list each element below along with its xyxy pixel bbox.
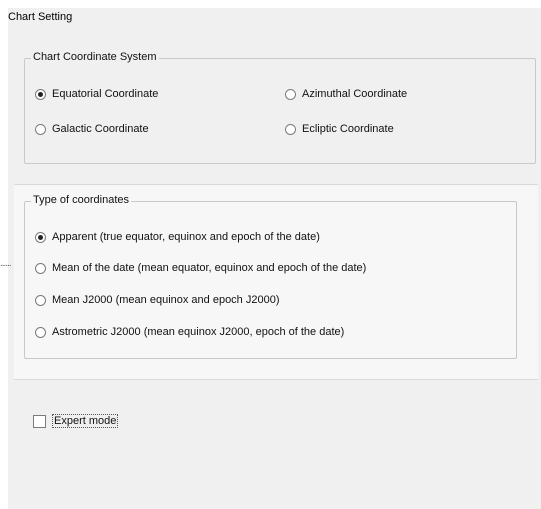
radio-label: Mean J2000 (mean equinox and epoch J2000… xyxy=(52,294,280,306)
radio-equatorial-coordinate[interactable]: Equatorial Coordinate xyxy=(35,88,158,100)
chart-coordinate-system-group: Chart Coordinate System Equatorial Coord… xyxy=(24,51,536,164)
radio-unselected-icon xyxy=(285,88,296,100)
ellipsis-marker: ...... xyxy=(0,258,12,269)
radio-unselected-icon xyxy=(35,262,46,274)
radio-label: Azimuthal Coordinate xyxy=(302,88,408,100)
type-of-coordinates-group: Type of coordinates Apparent (true equat… xyxy=(24,194,517,359)
panel-title: Chart Setting xyxy=(8,11,73,23)
radio-unselected-icon xyxy=(35,294,46,306)
radio-label: Astrometric J2000 (mean equinox J2000, e… xyxy=(52,326,345,338)
radio-apparent[interactable]: Apparent (true equator, equinox and epoc… xyxy=(35,231,320,243)
radio-label: Apparent (true equator, equinox and epoc… xyxy=(52,231,320,243)
radio-astrometric-j2000[interactable]: Astrometric J2000 (mean equinox J2000, e… xyxy=(35,326,344,338)
checkbox-icon xyxy=(33,414,46,428)
radio-selected-icon xyxy=(35,88,46,100)
radio-mean-j2000[interactable]: Mean J2000 (mean equinox and epoch J2000… xyxy=(35,294,280,306)
expert-mode-checkbox[interactable]: Expert mode xyxy=(33,414,119,428)
radio-unselected-icon xyxy=(35,123,46,135)
radio-unselected-icon xyxy=(35,326,46,338)
radio-azimuthal-coordinate[interactable]: Azimuthal Coordinate xyxy=(285,88,407,100)
checkbox-label: Expert mode xyxy=(52,414,119,428)
chart-setting-panel: Chart Setting Chart Coordinate System Eq… xyxy=(8,8,541,509)
radio-label: Equatorial Coordinate xyxy=(52,88,159,100)
radio-galactic-coordinate[interactable]: Galactic Coordinate xyxy=(35,123,149,135)
radio-ecliptic-coordinate[interactable]: Ecliptic Coordinate xyxy=(285,123,394,135)
radio-label: Ecliptic Coordinate xyxy=(302,123,394,135)
radio-selected-icon xyxy=(35,231,46,243)
radio-unselected-icon xyxy=(285,123,296,135)
radio-label: Mean of the date (mean equator, equinox … xyxy=(52,262,367,274)
group-legend: Type of coordinates xyxy=(31,194,132,206)
radio-mean-of-the-date[interactable]: Mean of the date (mean equator, equinox … xyxy=(35,262,366,274)
group-legend: Chart Coordinate System xyxy=(31,51,159,63)
radio-label: Galactic Coordinate xyxy=(52,123,149,135)
